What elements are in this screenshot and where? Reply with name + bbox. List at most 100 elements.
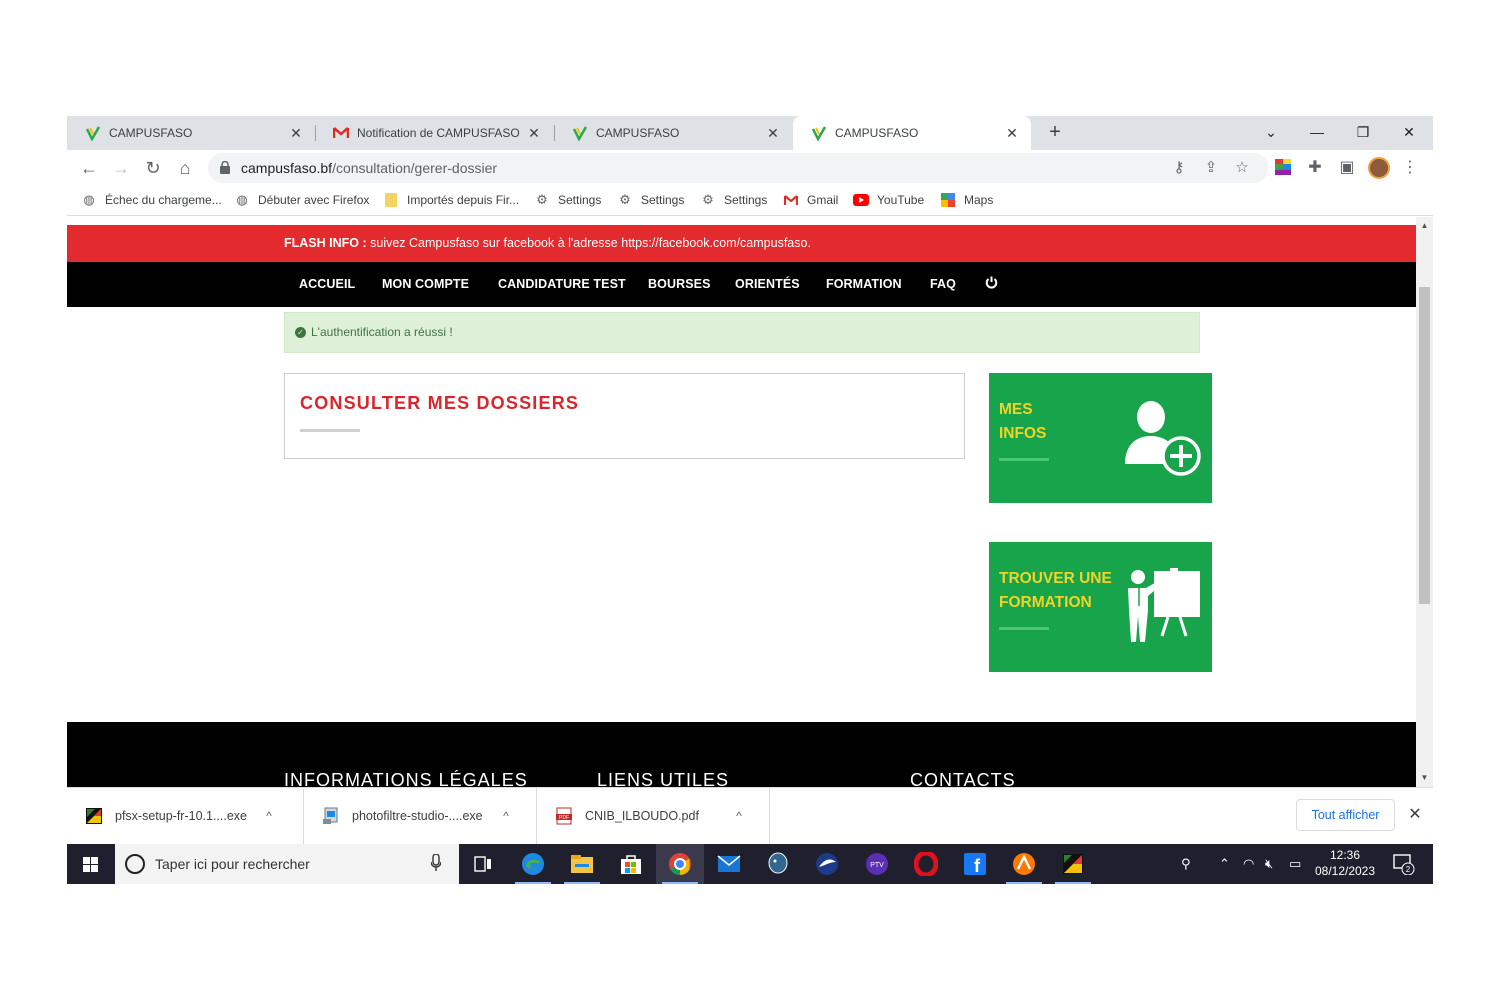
tab-strip: CAMPUSFASO ✕ Notification de CAMPUSFASO … bbox=[67, 116, 1433, 150]
wifi-icon[interactable]: ◠ bbox=[1243, 856, 1254, 872]
new-tab-button[interactable]: + bbox=[1043, 121, 1067, 145]
chrome-icon[interactable] bbox=[656, 844, 704, 884]
chevron-up-icon[interactable]: ^ bbox=[257, 809, 281, 823]
key-icon[interactable]: ⚷ bbox=[1171, 160, 1187, 176]
chevron-up-icon[interactable]: ^ bbox=[727, 809, 751, 823]
scroll-thumb[interactable] bbox=[1419, 287, 1430, 604]
bookmark-item[interactable]: ◍ Débuter avec Firefox bbox=[234, 192, 369, 208]
chevron-up-icon[interactable]: ^ bbox=[494, 809, 518, 823]
close-tab-icon[interactable]: ✕ bbox=[1001, 125, 1023, 142]
share-icon[interactable]: ⇪ bbox=[1203, 160, 1219, 176]
page-scrollbar[interactable]: ▲ ▼ bbox=[1416, 217, 1433, 787]
bookmark-item[interactable]: ◍ Échec du chargeme... bbox=[81, 192, 221, 208]
store-icon[interactable] bbox=[607, 844, 655, 884]
nav-formation[interactable]: FORMATION bbox=[826, 277, 902, 291]
lock-icon bbox=[220, 161, 230, 174]
photofiltre-studio-icon[interactable] bbox=[1049, 844, 1097, 884]
tab-2[interactable]: Notification de CAMPUSFASO - r ✕ bbox=[315, 116, 553, 150]
nav-bourses[interactable]: BOURSES bbox=[648, 277, 711, 291]
extensions-puzzle-icon[interactable]: ✚ bbox=[1306, 159, 1324, 177]
bookmark-item[interactable]: Gmail bbox=[783, 192, 838, 208]
bookmark-item[interactable]: ⚙ Settings bbox=[617, 192, 684, 208]
profile-avatar[interactable] bbox=[1368, 157, 1390, 179]
footer-heading-links: LIENS UTILES bbox=[597, 770, 730, 787]
tab-3[interactable]: CAMPUSFASO ✕ bbox=[554, 116, 792, 150]
bookmark-item[interactable]: ⚙ Settings bbox=[700, 192, 767, 208]
download-item[interactable]: photofiltre-studio-....exe ^ bbox=[304, 788, 537, 844]
app-bird-icon[interactable] bbox=[803, 844, 851, 884]
page-title: CONSULTER MES DOSSIERS bbox=[300, 393, 580, 413]
taskbar-search-box[interactable]: Taper ici pour rechercher bbox=[115, 844, 459, 884]
color-extension-icon[interactable] bbox=[1274, 159, 1292, 177]
facebook-icon[interactable]: f bbox=[951, 844, 999, 884]
mail-icon[interactable] bbox=[705, 844, 753, 884]
battery-icon[interactable]: ▭ bbox=[1289, 856, 1301, 872]
tray-chevron-up-icon[interactable]: ⌃ bbox=[1219, 856, 1230, 872]
nav-orientes[interactable]: ORIENTÉS bbox=[735, 277, 800, 291]
close-window-button[interactable]: ✕ bbox=[1386, 116, 1432, 150]
screen: CAMPUSFASO ✕ Notification de CAMPUSFASO … bbox=[67, 116, 1433, 884]
nav-mon-compte[interactable]: MON COMPTE bbox=[382, 277, 469, 291]
bookmark-item[interactable]: YouTube bbox=[853, 192, 924, 208]
show-all-downloads-button[interactable]: Tout afficher bbox=[1296, 799, 1395, 831]
back-arrow-icon[interactable]: ← bbox=[77, 156, 101, 180]
tab-search-chevron-icon[interactable]: ⌄ bbox=[1248, 116, 1294, 150]
nav-candidature-test[interactable]: CANDIDATURE TEST bbox=[498, 277, 626, 291]
search-placeholder: Taper ici pour rechercher bbox=[155, 856, 310, 872]
clock-time: 12:36 bbox=[1329, 848, 1361, 862]
side-panel-icon[interactable]: ▣ bbox=[1338, 159, 1356, 177]
mes-infos-card[interactable]: MES INFOS bbox=[989, 373, 1212, 503]
download-item[interactable]: PDF CNIB_ILBOUDO.pdf ^ bbox=[537, 788, 770, 844]
minimize-button[interactable]: — bbox=[1294, 116, 1340, 150]
card-underline bbox=[999, 458, 1049, 461]
reload-icon[interactable]: ↻ bbox=[141, 156, 165, 180]
power-icon[interactable] bbox=[985, 276, 998, 289]
people-icon[interactable]: ⚲ bbox=[1181, 856, 1191, 872]
avast-icon[interactable] bbox=[1000, 844, 1048, 884]
edge-icon[interactable] bbox=[509, 844, 557, 884]
download-shelf: pfsx-setup-fr-10.1....exe ^ photofiltre-… bbox=[67, 787, 1433, 844]
forward-arrow-icon[interactable]: → bbox=[109, 156, 133, 180]
bookmark-item[interactable]: Maps bbox=[940, 192, 993, 208]
campusfaso-favicon-icon bbox=[572, 125, 588, 141]
tab-title: Notification de CAMPUSFASO - r bbox=[357, 126, 523, 140]
menu-dots-icon[interactable]: ⋮ bbox=[1401, 159, 1419, 177]
taskbar-clock[interactable]: 12:36 08/12/2023 bbox=[1311, 847, 1379, 879]
bookmark-star-icon[interactable]: ☆ bbox=[1234, 160, 1250, 176]
microphone-icon[interactable] bbox=[431, 854, 441, 872]
footer-heading-legal: INFORMATIONS LÉGALES bbox=[284, 770, 528, 787]
file-explorer-icon[interactable] bbox=[558, 844, 606, 884]
close-tab-icon[interactable]: ✕ bbox=[523, 125, 545, 142]
start-button[interactable] bbox=[67, 844, 115, 884]
trouver-formation-card[interactable]: TROUVER UNE FORMATION bbox=[989, 542, 1212, 672]
scroll-up-arrow-icon[interactable]: ▲ bbox=[1416, 221, 1433, 230]
home-icon[interactable]: ⌂ bbox=[173, 156, 197, 180]
close-tab-icon[interactable]: ✕ bbox=[762, 125, 784, 142]
page-viewport: FLASH INFO : suivez Campusfaso sur faceb… bbox=[67, 217, 1433, 787]
bookmark-item[interactable]: ⚙ Settings bbox=[534, 192, 601, 208]
gear-icon: ⚙ bbox=[702, 192, 714, 207]
tab-4-active[interactable]: CAMPUSFASO ✕ bbox=[793, 116, 1031, 150]
bookmark-folder[interactable]: Importés depuis Fir... bbox=[383, 192, 519, 208]
address-bar[interactable]: campusfaso.bf/consultation/gerer-dossier… bbox=[208, 153, 1268, 183]
opera-icon[interactable] bbox=[902, 844, 950, 884]
close-tab-icon[interactable]: ✕ bbox=[285, 125, 307, 142]
task-view-icon[interactable] bbox=[459, 844, 507, 884]
svg-text:PTV: PTV bbox=[870, 862, 884, 869]
close-download-shelf-icon[interactable]: ✕ bbox=[1405, 804, 1425, 824]
volume-muted-icon[interactable]: 🔇︎ bbox=[1265, 856, 1273, 872]
notification-center-icon[interactable]: 2 bbox=[1393, 853, 1415, 878]
restore-button[interactable]: ❐ bbox=[1340, 116, 1386, 150]
tab-1[interactable]: CAMPUSFASO ✕ bbox=[67, 116, 315, 150]
svg-text:2: 2 bbox=[1406, 865, 1411, 874]
nav-faq[interactable]: FAQ bbox=[930, 277, 956, 291]
svg-text:f: f bbox=[974, 856, 981, 876]
postgresql-icon[interactable] bbox=[754, 844, 802, 884]
gear-icon: ⚙ bbox=[619, 192, 631, 207]
ptv-app-icon[interactable]: PTV bbox=[853, 844, 901, 884]
nav-accueil[interactable]: ACCUEIL bbox=[299, 277, 355, 291]
download-item[interactable]: pfsx-setup-fr-10.1....exe ^ bbox=[67, 788, 304, 844]
scroll-down-arrow-icon[interactable]: ▼ bbox=[1416, 773, 1433, 782]
installer-exe-icon bbox=[323, 807, 338, 824]
card-underline bbox=[999, 627, 1049, 630]
